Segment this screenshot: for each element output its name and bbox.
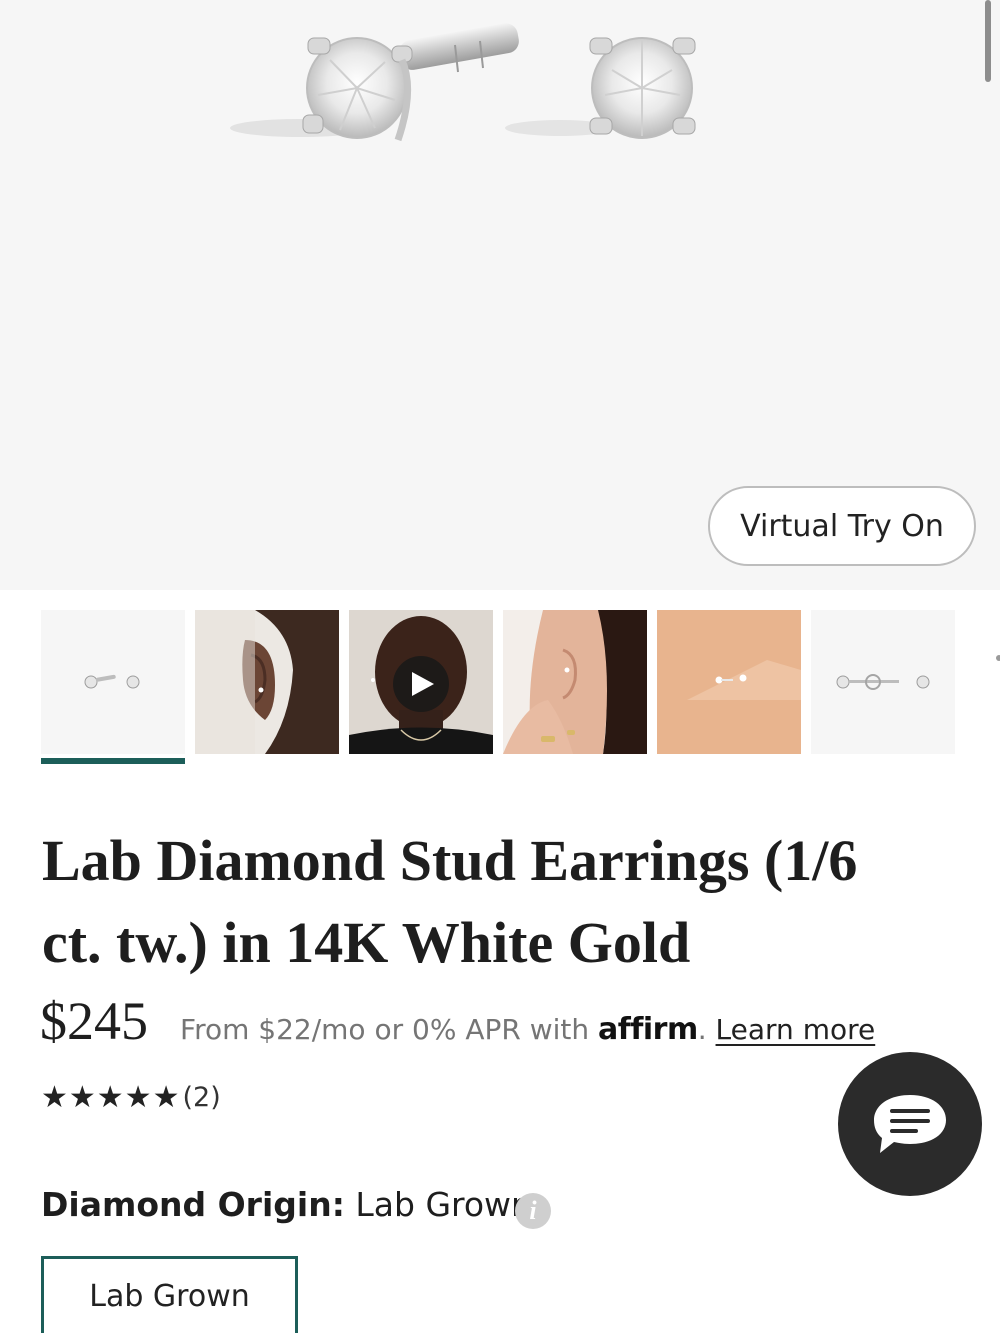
product-title: Lab Diamond Stud Earrings (1/6 ct. tw.) …	[42, 828, 858, 975]
virtual-try-on-button[interactable]: Virtual Try On	[708, 486, 976, 566]
chat-button[interactable]	[838, 1052, 982, 1196]
rating-stars: ★★★★★	[41, 1080, 181, 1115]
product-price: $245	[40, 991, 148, 1051]
thumbnail-ear-side[interactable]	[195, 610, 339, 754]
thumbnail-studs-front[interactable]	[41, 610, 185, 754]
learn-more-link[interactable]: Learn more	[716, 1013, 876, 1046]
financing-info: From $22/mo or 0% APR with affirm. Learn…	[180, 1012, 875, 1047]
thumbnail-scroll-hint	[996, 655, 1000, 661]
diamond-origin-value: Lab Grown	[355, 1185, 532, 1224]
thumbnail-ear-hand[interactable]	[503, 610, 647, 754]
diamond-origin: Diamond Origin: Lab Grown	[41, 1185, 532, 1224]
chat-icon	[874, 1095, 946, 1153]
thumbnail-model-video[interactable]	[349, 610, 493, 754]
thumbnail-studs-with-backs[interactable]	[811, 610, 955, 754]
affirm-logo: affirm	[598, 1012, 698, 1047]
page-scrollbar[interactable]	[985, 0, 991, 82]
financing-period: .	[697, 1013, 707, 1046]
selected-thumbnail-indicator	[41, 758, 185, 764]
thumbnail-studs-peach[interactable]	[657, 610, 801, 754]
diamond-origin-label: Diamond Origin:	[41, 1185, 345, 1224]
origin-option-lab-grown[interactable]: Lab Grown	[41, 1256, 298, 1333]
thumbnail-strip	[41, 610, 1000, 770]
review-count[interactable]: (2)	[182, 1082, 220, 1113]
financing-text: From $22/mo or 0% APR with	[180, 1013, 590, 1046]
info-icon[interactable]: i	[515, 1193, 551, 1229]
play-icon[interactable]	[393, 656, 449, 712]
product-rating[interactable]: ★★★★★ (2)	[41, 1080, 221, 1115]
product-hero-image[interactable]: Virtual Try On	[0, 0, 1000, 590]
